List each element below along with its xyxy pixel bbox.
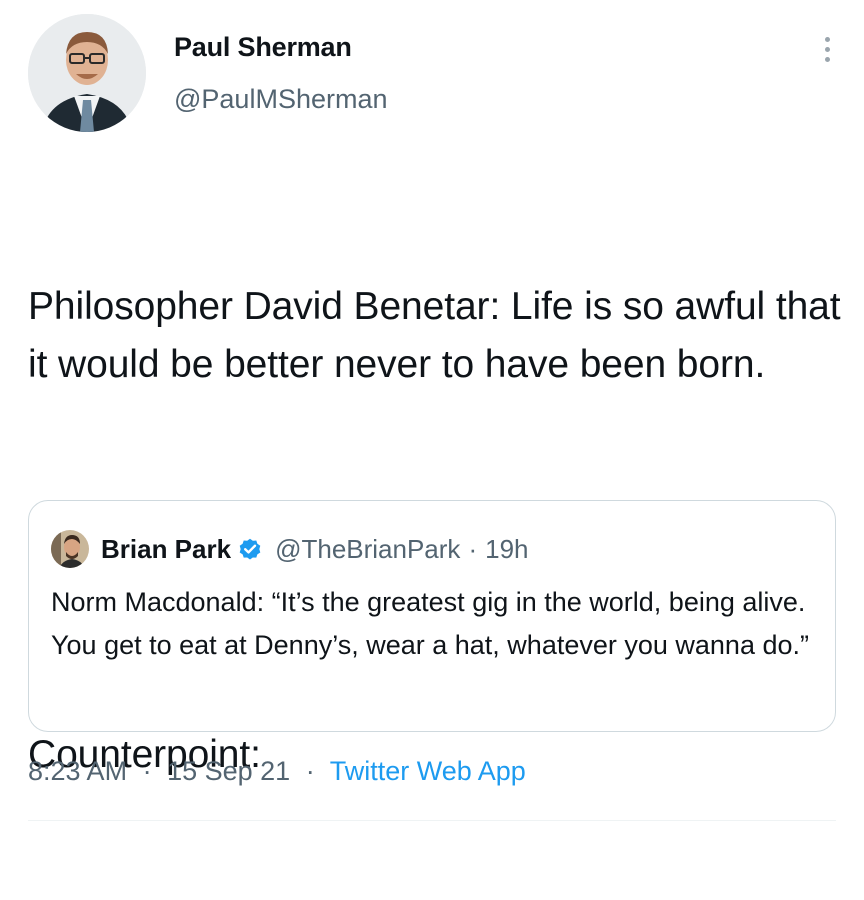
tweet-source-link[interactable]: Twitter Web App	[330, 756, 526, 786]
tweet-paragraph: Philosopher David Benetar: Life is so aw…	[28, 285, 852, 386]
divider	[28, 820, 836, 821]
quoted-tweet-header: Brian Park @TheBrianPark · 19h	[51, 529, 529, 569]
quoted-tweet[interactable]: Brian Park @TheBrianPark · 19h Norm Macd…	[28, 500, 836, 732]
tweet-header: Paul Sherman @PaulMSherman	[28, 14, 848, 134]
separator-dot: ·	[142, 756, 152, 786]
quoted-author-handle: @TheBrianPark	[275, 533, 461, 564]
quoted-tweet-time[interactable]: 19h	[485, 534, 528, 565]
more-options-icon[interactable]	[820, 34, 834, 74]
avatar-photo-icon	[51, 530, 89, 568]
separator-dot: ·	[305, 756, 315, 786]
separator-dot: ·	[468, 533, 478, 564]
author-avatar[interactable]	[28, 14, 146, 132]
tweet-date[interactable]: 15 Sep 21	[167, 756, 290, 786]
author-handle[interactable]: @PaulMSherman	[174, 84, 388, 115]
quoted-author-avatar	[51, 530, 89, 568]
verified-badge-icon	[239, 538, 261, 560]
author-name[interactable]: Paul Sherman	[174, 32, 352, 63]
avatar-photo-icon	[28, 14, 146, 132]
quoted-tweet-text: Norm Macdonald: “It’s the greatest gig i…	[51, 587, 809, 660]
tweet-card: Paul Sherman @PaulMSherman Philosopher D…	[0, 0, 864, 825]
quoted-author-name: Brian Park	[101, 533, 232, 564]
tweet-metadata: 8:23 AM · 15 Sep 21 · Twitter Web App	[28, 756, 526, 787]
tweet-time[interactable]: 8:23 AM	[28, 756, 127, 786]
